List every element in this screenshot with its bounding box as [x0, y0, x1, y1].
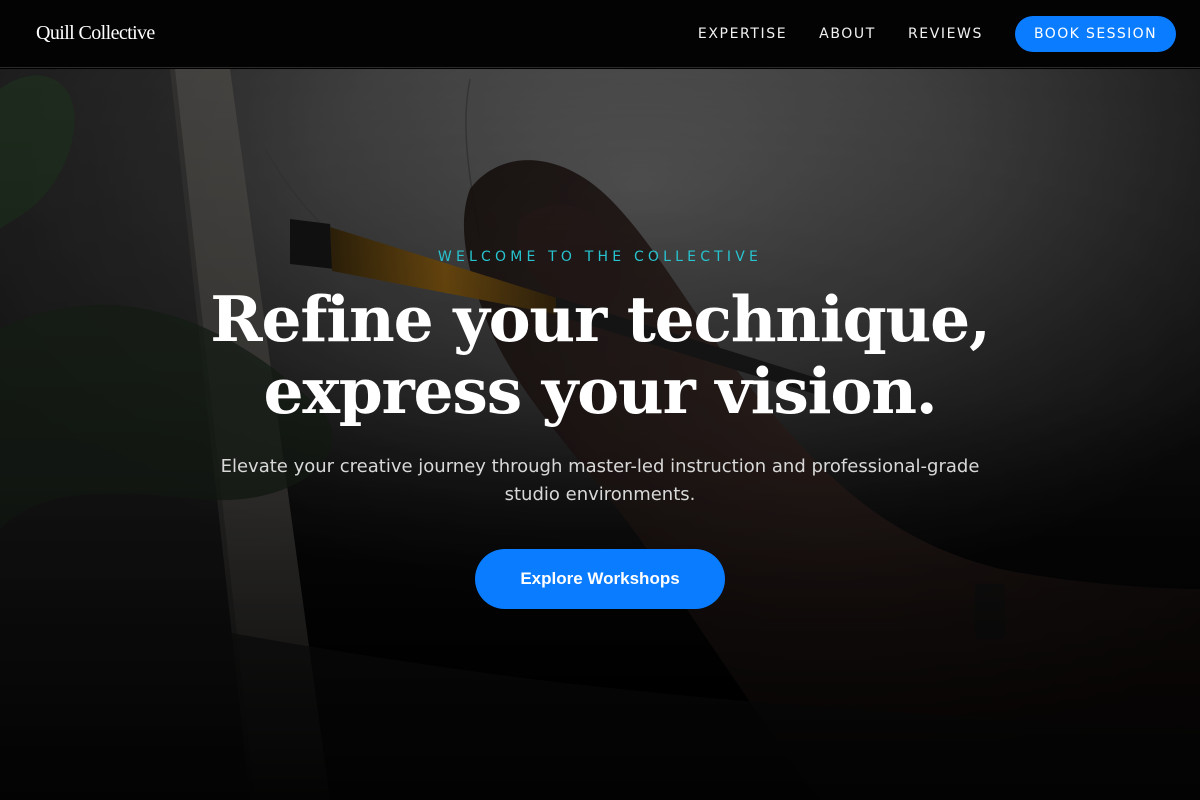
- nav-link-about[interactable]: ABOUT: [819, 26, 876, 42]
- book-session-button[interactable]: BOOK SESSION: [1015, 15, 1176, 52]
- hero-headline: Refine your technique, express your visi…: [0, 283, 1200, 427]
- hero-headline-line-2: express your vision.: [263, 354, 937, 428]
- hero-section: WELCOME TO THE COLLECTIVE Refine your te…: [0, 69, 1200, 800]
- hero-subtext: Elevate your creative journey through ma…: [220, 456, 980, 505]
- hero-eyebrow: WELCOME TO THE COLLECTIVE: [437, 249, 763, 265]
- nav-links: EXPERTISE ABOUT REVIEWS BOOK SESSION: [698, 15, 1176, 52]
- top-navigation: Quill Collective EXPERTISE ABOUT REVIEWS…: [0, 0, 1200, 68]
- nav-link-reviews[interactable]: REVIEWS: [908, 26, 983, 42]
- brand-logo[interactable]: Quill Collective: [36, 22, 155, 45]
- hero-headline-line-1: Refine your technique,: [210, 282, 991, 356]
- hero-content: WELCOME TO THE COLLECTIVE Refine your te…: [0, 69, 1200, 800]
- explore-workshops-button[interactable]: Explore Workshops: [475, 549, 725, 609]
- nav-link-expertise[interactable]: EXPERTISE: [698, 26, 787, 42]
